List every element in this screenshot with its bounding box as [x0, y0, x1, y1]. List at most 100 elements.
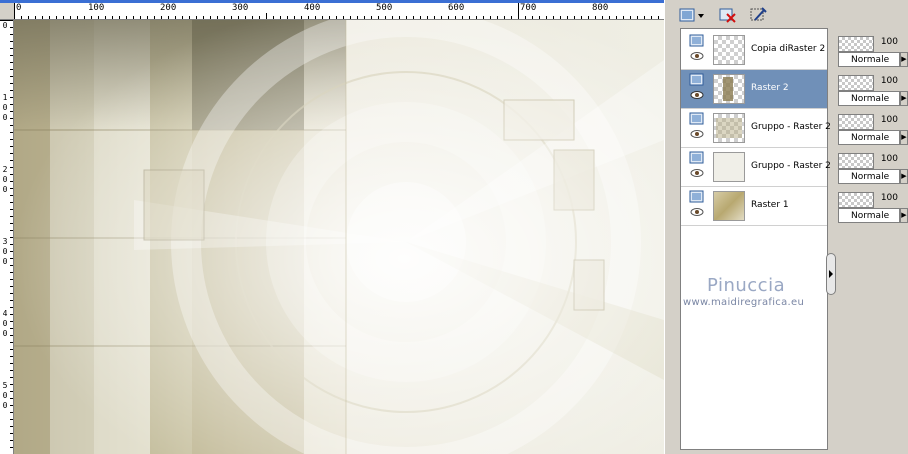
- ruler-tick: [231, 16, 232, 19]
- visibility-eye-icon[interactable]: [690, 90, 704, 100]
- ruler-tick: [21, 16, 22, 19]
- ruler-tick: [10, 55, 13, 56]
- dropdown-arrow-icon[interactable]: ▶: [900, 169, 908, 184]
- layer-row-copia-diraster-2[interactable]: Copia diRaster 2: [681, 31, 827, 70]
- ruler-tick: [10, 426, 13, 427]
- vruler-200-c: 0: [2, 185, 8, 194]
- ruler-tick: [10, 76, 13, 77]
- ruler-tick: [280, 16, 281, 19]
- ruler-tick: [10, 244, 13, 245]
- ruler-tick: [469, 16, 470, 19]
- ruler-tick: [10, 237, 13, 238]
- ruler-tick: [560, 16, 561, 19]
- vruler-400-a: 4: [2, 309, 8, 318]
- opacity-slider[interactable]: [838, 36, 874, 52]
- ruler-tick: [10, 216, 13, 217]
- ruler-tick: [658, 16, 659, 19]
- visibility-eye-icon[interactable]: [690, 129, 704, 139]
- ruler-tick: [525, 16, 526, 19]
- opacity-slider[interactable]: [838, 192, 874, 208]
- ruler-tick: [364, 16, 365, 19]
- layer-props-row: 100 Normale ▶: [836, 188, 908, 226]
- visibility-eye-icon[interactable]: [690, 168, 704, 178]
- canvas-artwork: [14, 20, 664, 454]
- visibility-eye-icon[interactable]: [690, 207, 704, 217]
- ruler-tick: [10, 69, 13, 70]
- ruler-tick: [0, 20, 13, 21]
- ruler-tick: [434, 16, 435, 19]
- ruler-tick: [10, 209, 13, 210]
- ruler-tick: [10, 412, 13, 413]
- visibility-eye-icon[interactable]: [690, 51, 704, 61]
- dropdown-arrow-icon[interactable]: ▶: [900, 52, 908, 67]
- layer-thumbnail: [713, 74, 745, 104]
- vruler-200-a: 2: [2, 165, 8, 174]
- blend-mode-select[interactable]: Normale: [838, 208, 900, 223]
- ruler-tick: [35, 16, 36, 19]
- blend-mode-select[interactable]: Normale: [838, 130, 900, 145]
- ruler-tick: [63, 16, 64, 19]
- vruler-500-a: 5: [2, 381, 8, 390]
- blend-mode-select[interactable]: Normale: [838, 169, 900, 184]
- vruler-0: 0: [2, 21, 8, 30]
- layer-props-row: 100 Normale ▶: [836, 110, 908, 148]
- ruler-label-0: 0: [16, 3, 22, 13]
- ruler-corner: [0, 3, 15, 20]
- ruler-tick: [140, 16, 141, 19]
- ruler-tick: [10, 97, 13, 98]
- layer-properties-button[interactable]: [748, 5, 768, 25]
- dropdown-arrow-icon[interactable]: ▶: [900, 208, 908, 223]
- credit-watermark-url: www.maidiregrafica.eu: [683, 297, 805, 308]
- ruler-label-200: 200: [160, 3, 177, 13]
- layer-thumbnail: [713, 113, 745, 143]
- delete-layer-button[interactable]: [718, 5, 738, 25]
- ruler-tick: [497, 16, 498, 19]
- ruler-tick: [10, 139, 13, 140]
- ruler-tick: [182, 16, 183, 19]
- ruler-tick: [546, 16, 547, 19]
- ruler-tick: [511, 16, 512, 19]
- new-layer-icon: [679, 8, 704, 22]
- layer-name: Raster 1: [751, 200, 789, 210]
- blend-mode-select[interactable]: Normale: [838, 52, 900, 67]
- ruler-tick: [623, 16, 624, 19]
- ruler-tick: [10, 223, 13, 224]
- ruler-label-100: 100: [88, 3, 105, 13]
- new-layer-button[interactable]: [678, 5, 706, 25]
- ruler-tick: [336, 16, 337, 19]
- ruler-tick: [588, 16, 589, 19]
- layer-row-gruppo-raster-2-a[interactable]: Gruppo - Raster 2: [681, 109, 831, 148]
- ruler-tick: [112, 16, 113, 19]
- ruler-tick: [161, 16, 162, 19]
- ruler-tick: [84, 16, 85, 19]
- blend-mode-select[interactable]: Normale: [838, 91, 900, 106]
- ruler-tick: [10, 195, 13, 196]
- ruler-tick: [10, 321, 13, 322]
- ruler-tick: [427, 16, 428, 19]
- opacity-slider[interactable]: [838, 114, 874, 130]
- ruler-label-600: 600: [448, 3, 465, 13]
- ruler-tick: [651, 16, 652, 19]
- ruler-tick: [329, 16, 330, 19]
- ruler-tick: [168, 16, 169, 19]
- layer-name: Gruppo - Raster 2: [751, 122, 831, 132]
- dropdown-arrow-icon[interactable]: ▶: [900, 91, 908, 106]
- layer-name: Copia diRaster 2: [751, 44, 826, 54]
- opacity-slider[interactable]: [838, 153, 874, 169]
- ruler-tick: [10, 314, 13, 315]
- layer-row-gruppo-raster-2-b[interactable]: Gruppo - Raster 2: [681, 148, 831, 187]
- opacity-slider[interactable]: [838, 75, 874, 91]
- ruler-tick: [49, 16, 50, 19]
- ruler-tick: [448, 16, 449, 19]
- ruler-tick: [10, 286, 13, 287]
- image-canvas[interactable]: [14, 20, 664, 454]
- ruler-tick: [217, 16, 218, 19]
- horizontal-ruler: 0 100 200 300 400 500 600 700 800: [14, 3, 664, 20]
- raster-layer-icon: [689, 34, 704, 47]
- panel-splitter-handle[interactable]: [826, 253, 836, 295]
- dropdown-arrow-icon[interactable]: ▶: [900, 130, 908, 145]
- layer-row-raster-2[interactable]: Raster 2: [681, 70, 827, 109]
- ruler-tick: [91, 16, 92, 19]
- layer-row-raster-1[interactable]: Raster 1: [681, 187, 827, 226]
- vruler-300-c: 0: [2, 257, 8, 266]
